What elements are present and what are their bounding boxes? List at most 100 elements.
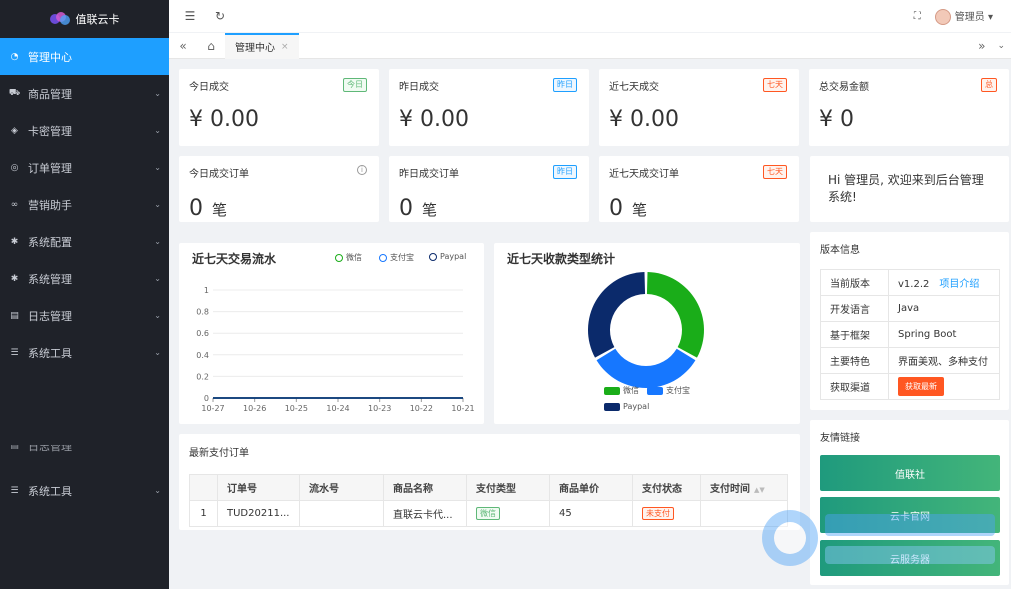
version-key: 基于框架 xyxy=(820,321,889,348)
sidebar-item-3[interactable]: ◎ 订单管理 ⌄ xyxy=(0,149,169,186)
cell-pay-type: 微信 xyxy=(466,500,550,527)
stat-label: 近七天成交订单 xyxy=(609,169,679,180)
user-menu[interactable]: 管理员 ▾ xyxy=(934,8,993,25)
stat-badge: 总 xyxy=(981,78,997,92)
stat-value: ¥ 0.00 xyxy=(399,107,471,132)
get-latest-button[interactable]: 获取最新 xyxy=(898,377,944,396)
layers-icon: ◈ xyxy=(11,125,18,136)
stat-label: 今日成交 xyxy=(189,82,229,93)
sidebar-item-0[interactable]: ◔ 管理中心 xyxy=(0,38,169,75)
column-header-sortable[interactable]: 支付时间 ▲▼ xyxy=(700,474,788,501)
sort-icon[interactable]: ▲▼ xyxy=(754,486,765,494)
stat-number: 0 xyxy=(189,196,203,221)
column-header-label: 支付时间 xyxy=(710,484,750,495)
legend-marker xyxy=(604,402,620,411)
y-tick-label: 1 xyxy=(204,286,209,295)
stat-card: 今日成交 今日 ¥ 0.00 xyxy=(179,69,379,146)
sidebar-item-6[interactable]: ✱ 系统管理 ⌄ xyxy=(0,260,169,297)
column-header: 订单号 xyxy=(217,474,300,501)
document-icon: ▤ xyxy=(10,310,19,321)
sidebar: 值联云卡 ◔ 管理中心 ⛟ 商品管理 ⌄ ◈ 卡密管理 ⌄ ◎ 订单管理 ⌄ ∞ 营销助手 ⌄ ✱ 系统配置 ⌄… xyxy=(0,0,169,589)
stat-unit: 笔 xyxy=(212,201,228,219)
tab-scroll-right-icon[interactable]: » xyxy=(978,39,985,53)
version-row: 基于框架 Spring Boot xyxy=(820,321,1000,348)
sidebar-item-5[interactable]: ✱ 系统配置 ⌄ xyxy=(0,223,169,260)
menu-toggle-icon[interactable]: ☰ xyxy=(181,9,199,23)
fullscreen-icon[interactable]: ⛶ xyxy=(914,11,921,22)
version-key: 主要特色 xyxy=(820,347,889,374)
nav-ghost: ▤ 日志管理 xyxy=(0,445,169,459)
y-tick-label: 0.2 xyxy=(196,372,209,381)
home-icon[interactable]: ⌂ xyxy=(197,39,225,53)
watermark-logo xyxy=(762,510,995,566)
version-table: 当前版本 v1.2.2 项目介绍 开发语言 Java 基于框架 Spring Boot … xyxy=(820,269,1000,400)
sidebar-item-1[interactable]: ⛟ 商品管理 ⌄ xyxy=(0,75,169,112)
tab-label: 管理中心 xyxy=(235,43,275,54)
sidebar-item-7[interactable]: ▤ 日志管理 ⌄ xyxy=(0,297,169,334)
cell-status: 未支付 xyxy=(632,500,701,527)
version-value: v1.2.2 项目介绍 xyxy=(888,269,1000,296)
sidebar-item-label: 商品管理 xyxy=(28,87,72,101)
sidebar-item-label: 系统配置 xyxy=(28,235,72,249)
pie-slice[interactable] xyxy=(596,348,696,388)
version-key: 获取渠道 xyxy=(820,373,889,400)
legend-item[interactable]: 支付宝 xyxy=(647,385,690,396)
tab-dashboard[interactable]: 管理中心 × xyxy=(225,32,299,59)
friend-link-button[interactable]: 值联社 xyxy=(820,455,1000,491)
logo[interactable]: 值联云卡 xyxy=(0,0,169,38)
table-row[interactable]: 1 TUD20211... 直联云卡代... 微信 45 未支付 xyxy=(189,500,788,527)
line-chart-panel: 近七天交易流水 微信 支付宝 Paypal 1 0.8 0.6 0.4 0.2 0 10-27 1… xyxy=(179,243,484,424)
stat-card: 昨日成交订单 昨日 0 笔 xyxy=(389,156,589,222)
sidebar-item-8[interactable]: ☰ 系统工具 ⌄ xyxy=(0,334,169,371)
stat-number: ¥ 0 xyxy=(819,107,854,132)
stat-value: 0 笔 xyxy=(609,196,647,221)
stat-badge: 七天 xyxy=(763,165,787,179)
info-icon[interactable]: i xyxy=(357,165,367,175)
avatar xyxy=(934,8,951,25)
chevron-down-icon: ⌄ xyxy=(154,200,161,209)
sidebar-item-tools-bottom[interactable]: ☰ 系统工具 ⌄ xyxy=(0,472,169,509)
chevron-down-icon: ⌄ xyxy=(154,348,161,357)
sliders-icon: ☰ xyxy=(10,485,19,496)
legend-item[interactable]: 微信 xyxy=(604,385,639,396)
column-header: 流水号 xyxy=(299,474,384,501)
orders-title: 最新支付订单 xyxy=(189,448,249,459)
stat-value: ¥ 0.00 xyxy=(189,107,261,132)
stat-badge: 今日 xyxy=(343,78,367,92)
close-icon[interactable]: × xyxy=(281,42,289,52)
caret-down-icon: ▾ xyxy=(987,11,993,23)
top-bar: ☰ ↻ ⛶ 管理员 ▾ xyxy=(169,0,1011,32)
refresh-icon[interactable]: ↻ xyxy=(211,9,229,23)
chevron-down-icon: ⌄ xyxy=(154,486,161,495)
pay-type-badge: 微信 xyxy=(476,507,500,520)
orders-card: 最新支付订单 订单号 流水号 商品名称 支付类型 商品单价 支付状态 支付时间 ▲… xyxy=(179,434,800,530)
gear-icon: ✱ xyxy=(10,236,19,247)
pie-slice[interactable] xyxy=(646,272,704,358)
legend-label: Paypal xyxy=(623,402,650,411)
version-title: 版本信息 xyxy=(820,245,860,256)
legend-item[interactable]: Paypal xyxy=(604,402,649,411)
cart-icon: ⛟ xyxy=(8,88,21,98)
y-tick-label: 0.6 xyxy=(196,329,209,338)
stat-number: ¥ 0.00 xyxy=(189,107,259,132)
tab-scroll-left-icon[interactable]: « xyxy=(169,39,197,53)
project-intro-link[interactable]: 项目介绍 xyxy=(939,279,979,290)
dashboard-icon: ◔ xyxy=(10,51,19,62)
cell-order-no: TUD20211... xyxy=(217,500,300,527)
chevron-down-icon[interactable]: ⌄ xyxy=(997,41,1005,51)
column-header: 支付状态 xyxy=(632,474,701,501)
sidebar-item-label: 管理中心 xyxy=(28,50,72,64)
y-tick-label: 0.4 xyxy=(196,351,209,360)
version-value: Java xyxy=(888,295,1000,322)
version-row: 获取渠道 获取最新 xyxy=(820,373,1000,400)
stat-card: 近七天成交 七天 ¥ 0.00 xyxy=(599,69,799,146)
logo-icon xyxy=(49,12,70,26)
sidebar-item-2[interactable]: ◈ 卡密管理 ⌄ xyxy=(0,112,169,149)
pie-slice[interactable] xyxy=(588,272,646,358)
sliders-icon: ☰ xyxy=(10,347,19,358)
stat-unit: 笔 xyxy=(632,201,648,219)
stat-card: 昨日成交 昨日 ¥ 0.00 xyxy=(389,69,589,146)
column-header: 商品名称 xyxy=(383,474,467,501)
sidebar-item-4[interactable]: ∞ 营销助手 ⌄ xyxy=(0,186,169,223)
x-tick-label: 10-24 xyxy=(326,404,349,413)
